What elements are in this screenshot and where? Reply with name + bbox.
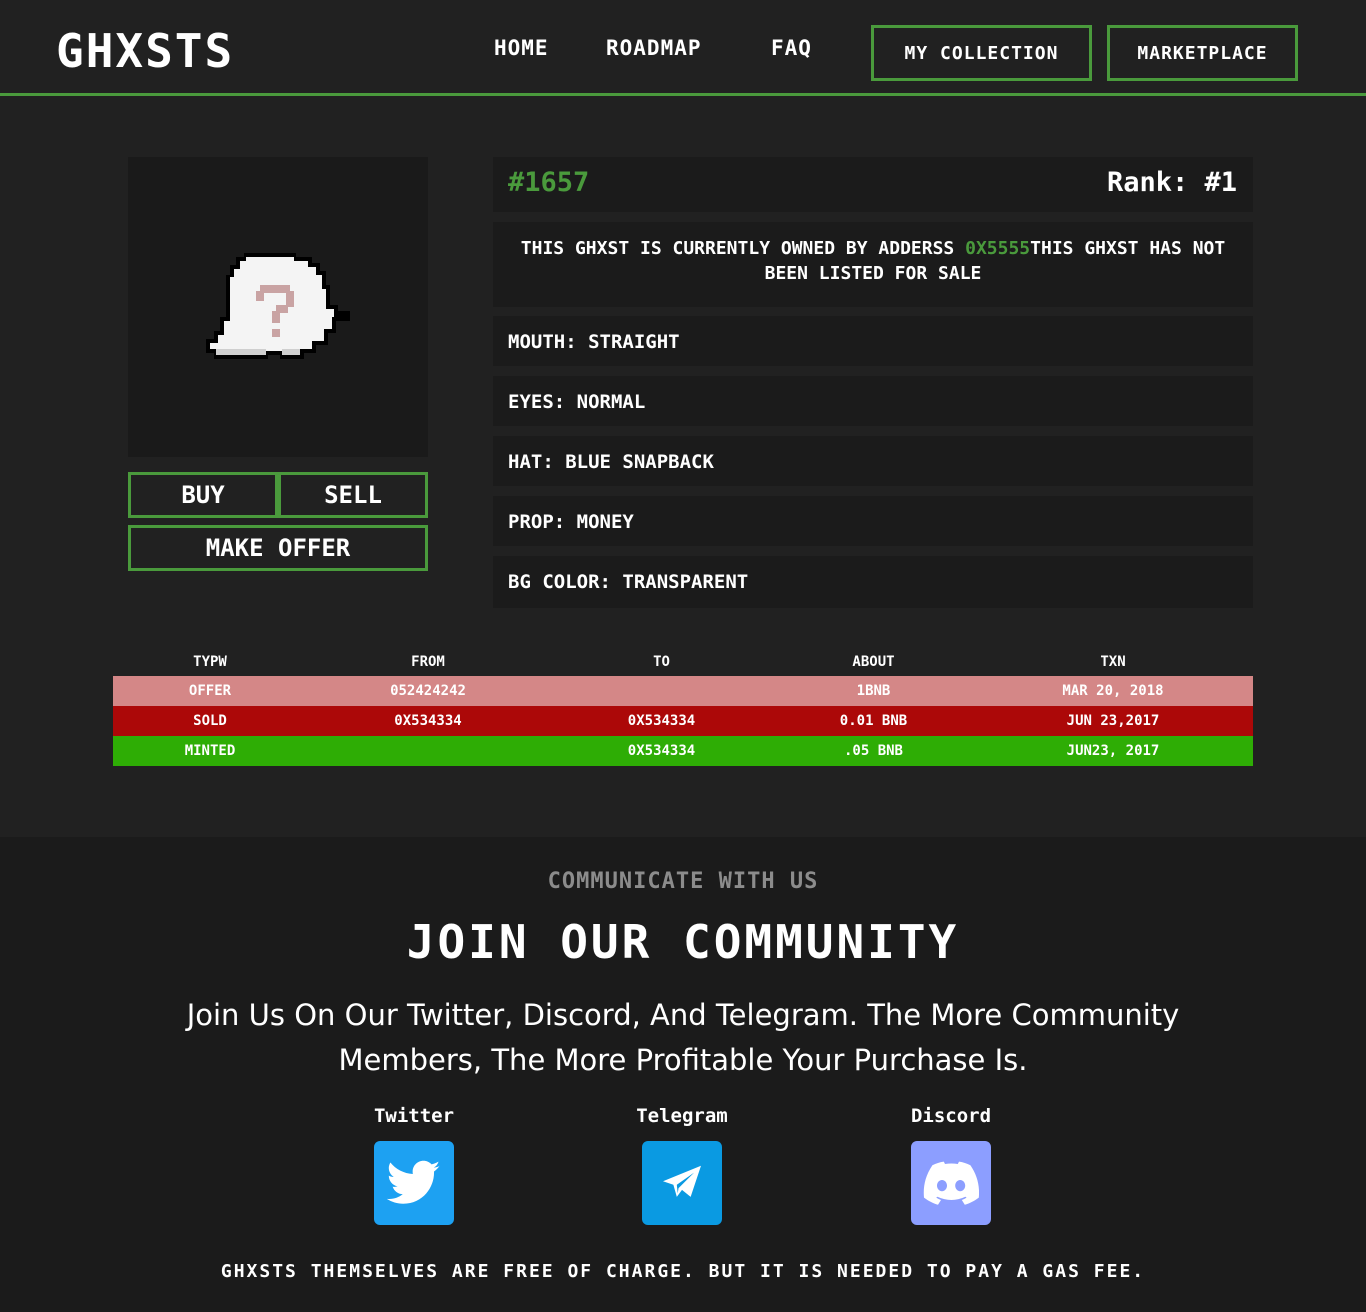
cell-to: 0X534334 [627, 743, 696, 759]
col-header-type: TYPW [193, 654, 227, 670]
cell-type: SOLD [193, 713, 227, 729]
cell-type: MINTED [184, 743, 236, 759]
owner-address[interactable]: 0X5555 [965, 238, 1030, 259]
site-header: GHXSTS HOME ROADMAP FAQ MY COLLECTION MA… [0, 0, 1366, 96]
table-row[interactable]: OFFER 052424242 1BNB MAR 20, 2018 [113, 676, 1253, 706]
trait-mouth: MOUTH: STRAIGHT [508, 331, 680, 353]
telegram-icon [663, 1165, 701, 1197]
social-discord: Discord [881, 1105, 1021, 1225]
trait-row: PROP: MONEY [493, 496, 1253, 546]
item-image [128, 157, 428, 457]
col-header-about: ABOUT [852, 654, 895, 670]
cell-to: 0X534334 [627, 713, 696, 729]
cell-from [307, 736, 549, 766]
owner-prefix: THIS GHXST IS CURRENTLY OWNED BY ADDERSS [520, 238, 966, 259]
transaction-table: TYPW FROM TO ABOUT TXN OFFER 052424242 1… [113, 648, 1253, 766]
trait-eyes: EYES: NORMAL [508, 391, 646, 413]
cell-txn: JUN23, 2017 [1066, 743, 1160, 759]
telegram-button[interactable] [642, 1141, 722, 1225]
footer-eyebrow: COMMUNICATE WITH US [547, 869, 819, 894]
ghost-question-icon [206, 253, 350, 359]
cell-from: 052424242 [390, 683, 466, 699]
token-id: #1657 [508, 167, 590, 198]
marketplace-button[interactable]: MARKETPLACE [1107, 25, 1298, 81]
trait-row: EYES: NORMAL [493, 376, 1253, 426]
gas-fee-note: GHXSTS THEMSELVES ARE FREE OF CHARGE. BU… [220, 1261, 1146, 1282]
buy-button[interactable]: BUY [128, 472, 278, 518]
trait-prop: PROP: MONEY [508, 511, 634, 533]
make-offer-button[interactable]: MAKE OFFER [128, 525, 428, 571]
discord-label: Discord [910, 1105, 992, 1127]
cell-about: 1BNB [856, 683, 891, 699]
nav-home[interactable]: HOME [494, 36, 549, 60]
cell-about: .05 BNB [843, 743, 903, 759]
social-twitter: Twitter [344, 1105, 484, 1225]
cell-type: OFFER [188, 683, 232, 699]
col-header-txn: TXN [1100, 654, 1126, 670]
col-header-from: FROM [411, 654, 445, 670]
telegram-label: Telegram [636, 1105, 728, 1127]
trait-hat: HAT: BLUE SNAPBACK [508, 451, 714, 473]
nav-faq[interactable]: FAQ [771, 36, 812, 60]
nav-roadmap[interactable]: ROADMAP [606, 36, 702, 60]
col-header-to: TO [653, 654, 670, 670]
cell-txn: MAR 20, 2018 [1062, 683, 1164, 699]
trait-row: BG COLOR: TRANSPARENT [493, 556, 1253, 608]
table-row[interactable]: MINTED 0X534334 .05 BNB JUN23, 2017 [113, 736, 1253, 766]
twitter-button[interactable] [374, 1141, 454, 1225]
trait-row: HAT: BLUE SNAPBACK [493, 436, 1253, 486]
table-header-row: TYPW FROM TO ABOUT TXN [113, 648, 1253, 676]
my-collection-button[interactable]: MY COLLECTION [871, 25, 1092, 81]
twitter-label: Twitter [373, 1105, 455, 1127]
table-row[interactable]: SOLD 0X534334 0X534334 0.01 BNB JUN 23,2… [113, 706, 1253, 736]
social-telegram: Telegram [612, 1105, 752, 1225]
community-footer: COMMUNICATE WITH US JOIN OUR COMMUNITY J… [0, 837, 1366, 1312]
sell-button[interactable]: SELL [278, 472, 428, 518]
cell-about: 0.01 BNB [839, 713, 908, 729]
item-header: #1657 Rank: #1 [493, 157, 1253, 212]
footer-description: Join Us On Our Twitter, Discord, And Tel… [186, 998, 1180, 1077]
discord-button[interactable] [911, 1141, 991, 1225]
footer-title: JOIN OUR COMMUNITY [406, 915, 960, 969]
cell-txn: JUN 23,2017 [1066, 713, 1160, 729]
trait-bg-color: BG COLOR: TRANSPARENT [508, 571, 749, 593]
ownership-info: THIS GHXST IS CURRENTLY OWNED BY ADDERSS… [493, 222, 1253, 307]
cell-to [549, 676, 774, 706]
twitter-icon [387, 1160, 441, 1204]
trait-row: MOUTH: STRAIGHT [493, 316, 1253, 366]
ownership-text: THIS GHXST IS CURRENTLY OWNED BY ADDERSS… [503, 236, 1243, 286]
discord-icon [923, 1161, 979, 1205]
cell-from: 0X534334 [394, 713, 462, 729]
rank-label: Rank: #1 [1106, 167, 1237, 198]
site-logo[interactable]: GHXSTS [56, 24, 234, 78]
